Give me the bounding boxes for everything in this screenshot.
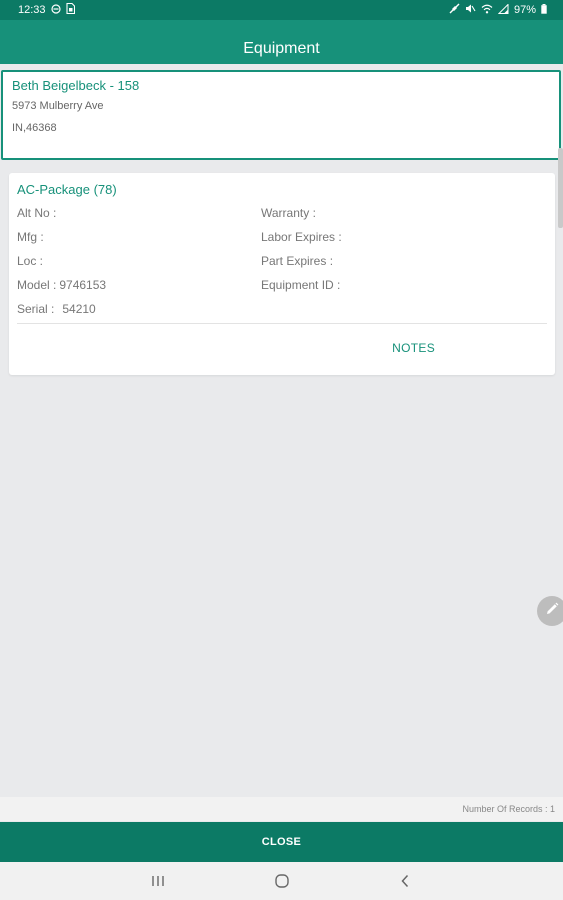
field-label: Labor Expires : — [261, 230, 342, 244]
equipment-card[interactable]: AC-Package (78) Alt No : Mfg : Loc : Mod… — [9, 173, 555, 375]
field-labor-expires: Labor Expires : — [261, 225, 345, 249]
pencil-icon — [544, 601, 560, 622]
field-label: Serial : — [17, 302, 55, 316]
equipment-fields-left: Alt No : Mfg : Loc : Model :9746153 Seri… — [17, 201, 261, 321]
customer-card[interactable]: Beth Beigelbeck - 158 5973 Mulberry Ave … — [1, 70, 561, 160]
no-sound-icon — [449, 3, 460, 17]
notes-button[interactable]: NOTES — [392, 324, 435, 372]
app-bar: Equipment — [0, 20, 563, 64]
equipment-fields-right: Warranty : Labor Expires : Part Expires … — [261, 201, 345, 321]
signal-icon — [497, 2, 509, 17]
customer-name: Beth Beigelbeck - 158 — [12, 78, 140, 93]
field-label: Model : — [17, 278, 57, 292]
status-right: 97% — [449, 2, 547, 17]
field-value: 54210 — [62, 302, 96, 316]
customer-address: 5973 Mulberry Ave — [12, 100, 104, 112]
field-label: Alt No : — [17, 206, 57, 220]
mute-icon — [465, 3, 476, 17]
field-mfg: Mfg : — [17, 225, 261, 249]
equipment-title: AC-Package (78) — [17, 182, 117, 197]
field-value: 9746153 — [59, 278, 107, 292]
wifi-icon — [481, 4, 493, 17]
home-icon[interactable] — [269, 870, 295, 892]
field-warranty: Warranty : — [261, 201, 345, 225]
field-label: Warranty : — [261, 206, 316, 220]
sim-icon — [65, 2, 75, 17]
scrollbar-thumb[interactable] — [558, 148, 563, 228]
notes-row: NOTES — [17, 324, 547, 372]
status-time: 12:33 — [18, 4, 46, 16]
field-label: Equipment ID : — [261, 278, 341, 292]
field-label: Loc : — [17, 254, 44, 268]
field-equipment-id: Equipment ID : — [261, 273, 345, 297]
status-bar: 12:33 97% — [0, 0, 563, 20]
field-label: Mfg : — [17, 230, 44, 244]
close-button[interactable]: CLOSE — [0, 822, 563, 862]
recent-apps-icon[interactable] — [145, 870, 171, 892]
customer-state-zip: IN,46368 — [12, 122, 57, 134]
records-count: Number Of Records : 1 — [462, 804, 555, 814]
records-bar: Number Of Records : 1 — [0, 797, 563, 821]
equipment-fields: Alt No : Mfg : Loc : Model :9746153 Seri… — [17, 201, 547, 321]
field-loc: Loc : — [17, 249, 261, 273]
system-nav-bar — [0, 862, 563, 900]
status-left: 12:33 — [18, 2, 75, 17]
battery-icon — [541, 3, 547, 17]
field-part-expires: Part Expires : — [261, 249, 345, 273]
field-label: Part Expires : — [261, 254, 334, 268]
close-label: CLOSE — [261, 836, 302, 848]
edit-button[interactable] — [537, 596, 563, 626]
field-model: Model :9746153 — [17, 273, 261, 297]
battery-percent: 97% — [513, 4, 536, 16]
back-icon[interactable] — [392, 870, 418, 892]
page-title: Equipment — [243, 40, 320, 57]
field-serial: Serial : 54210 — [17, 297, 261, 321]
field-alt-no: Alt No : — [17, 201, 261, 225]
minus-circle-icon — [50, 3, 61, 17]
